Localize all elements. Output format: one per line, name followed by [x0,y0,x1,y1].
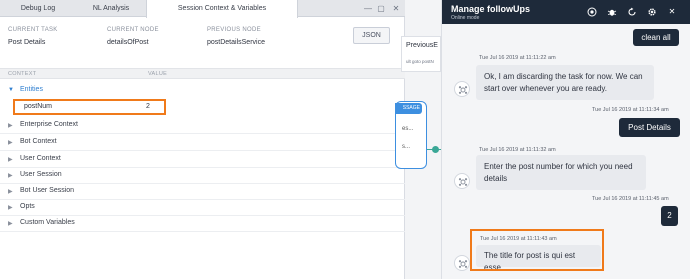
close-icon[interactable]: ✕ [391,4,401,14]
tab-debug-log[interactable]: Debug Log [0,0,76,17]
context-label-custom-variables: Custom Variables [20,219,75,226]
context-label-bot-user-session: Bot User Session [20,187,75,194]
bot-avatar [454,255,470,271]
record-icon[interactable] [587,7,597,17]
message-timestamp: Tue Jul 16 2019 at 11:11:32 am [479,147,556,153]
message-node-line2: s... [402,144,411,150]
message-node-tag: SSAGE [395,103,422,114]
chevron-right-icon: ▶ [8,157,13,163]
canvas-card-subtitle: ult goto postN [406,59,434,64]
context-row-user[interactable]: ▶ User Context [0,151,405,168]
response-highlight-box [470,229,604,271]
column-context: CONTEXT [8,71,37,77]
chat-status: Online mode [451,15,480,21]
chevron-right-icon: ▶ [8,189,13,195]
context-grid-header: CONTEXT VALUE [0,68,405,79]
chevron-down-icon: ▼ [8,87,14,93]
current-task-value: Post Details [8,39,46,46]
context-label-enterprise: Enterprise Context [20,121,78,128]
bot-avatar [454,81,470,97]
previous-node-value: postDetailsService [207,39,265,46]
minimize-icon[interactable]: — [363,4,373,14]
entity-key-postnum: postNum [24,103,53,110]
context-row-entities[interactable]: ▼ Entities [0,82,405,99]
context-row-custom-variables[interactable]: ▶ Custom Variables [0,215,405,232]
message-node-line1: es... [402,126,414,132]
context-row-bot[interactable]: ▶ Bot Context [0,134,405,151]
chevron-right-icon: ▶ [8,205,13,211]
context-label-entities: Entities [20,86,43,93]
chat-title: Manage followUps [451,4,531,14]
chat-header: Manage followUps Online mode ✕ [442,0,690,24]
expand-icon[interactable]: ▢ [376,4,386,14]
bug-icon[interactable] [607,7,617,17]
tab-session-context[interactable]: Session Context & Variables [146,0,298,18]
user-message-bubble: clean all [633,29,679,46]
current-task-label: CURRENT TASK [8,27,58,33]
context-label-bot: Bot Context [20,138,57,145]
context-row-user-session[interactable]: ▶ User Session [0,167,405,184]
current-node-label: CURRENT NODE [107,27,159,33]
context-row-enterprise[interactable]: ▶ Enterprise Context [0,117,405,134]
previous-node-label: PREVIOUS NODE [207,27,261,33]
user-message-bubble: 2 [661,206,678,226]
message-timestamp: Tue Jul 16 2019 at 11:11:34 am [592,107,669,113]
entity-value-postnum: 2 [146,103,150,110]
user-message-bubble: Post Details [619,118,680,137]
tab-nl-analysis[interactable]: NL Analysis [76,0,146,17]
json-button[interactable]: JSON [353,27,390,44]
chevron-right-icon: ▶ [8,221,13,227]
canvas-card-title: PreviousE [406,42,438,49]
debug-panel: Debug Log NL Analysis Session Context & … [0,0,405,279]
bot-message-bubble: Enter the post number for which you need… [476,155,646,190]
context-label-user-session: User Session [20,171,62,178]
chevron-right-icon: ▶ [8,173,13,179]
bot-avatar [454,173,470,189]
context-row-opts[interactable]: ▶ Opts [0,199,405,216]
context-label-user: User Context [20,155,61,162]
message-timestamp: Tue Jul 16 2019 at 11:11:22 am [479,55,556,61]
chevron-right-icon: ▶ [8,140,13,146]
bot-message-bubble: Ok, I am discarding the task for now. We… [476,65,654,100]
refresh-icon[interactable] [627,7,637,17]
connector-handle[interactable] [432,146,439,153]
message-timestamp: Tue Jul 16 2019 at 11:11:45 am [592,196,669,202]
gear-icon[interactable] [647,7,657,17]
chevron-right-icon: ▶ [8,123,13,129]
column-value: VALUE [148,71,168,77]
canvas-node-card[interactable]: PreviousE ult goto postN [401,36,441,72]
context-row-bot-user-session[interactable]: ▶ Bot User Session [0,183,405,200]
current-node-value: detailsOfPost [107,39,149,46]
debug-tabbar: Debug Log NL Analysis Session Context & … [0,0,405,18]
close-icon[interactable]: ✕ [667,7,677,17]
context-label-opts: Opts [20,203,35,210]
